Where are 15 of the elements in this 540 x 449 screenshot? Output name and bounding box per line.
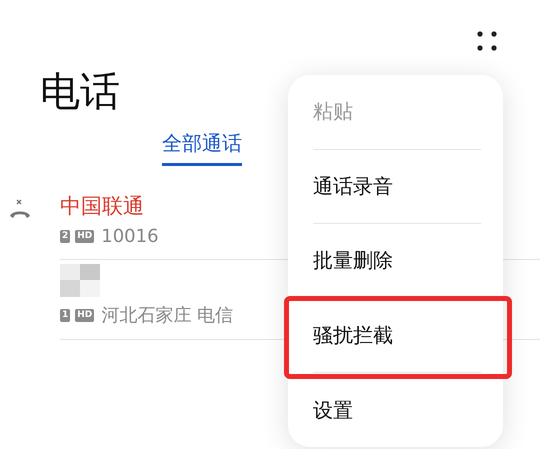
call-detail: 河北石家庄 电信 xyxy=(101,304,234,327)
more-icon[interactable] xyxy=(476,30,498,52)
page-title: 电话 xyxy=(39,68,120,116)
hd-badge: HD xyxy=(75,230,94,243)
caller-name: 中国联通 xyxy=(60,193,145,220)
menu-item[interactable]: 批量删除 xyxy=(313,247,393,274)
menu-item[interactable]: 骚扰拦截 xyxy=(313,322,393,350)
hd-badge: HD xyxy=(75,308,94,322)
menu-item[interactable]: 设置 xyxy=(313,396,353,424)
sim-badge: 1 xyxy=(60,308,70,322)
menu-item[interactable]: 通话录音 xyxy=(313,172,393,200)
call-detail: 10016 xyxy=(101,226,159,247)
tab[interactable]: 全部通话 xyxy=(162,130,242,166)
redaction-mosaic xyxy=(60,264,100,297)
sim-badge: 2 xyxy=(60,230,70,243)
